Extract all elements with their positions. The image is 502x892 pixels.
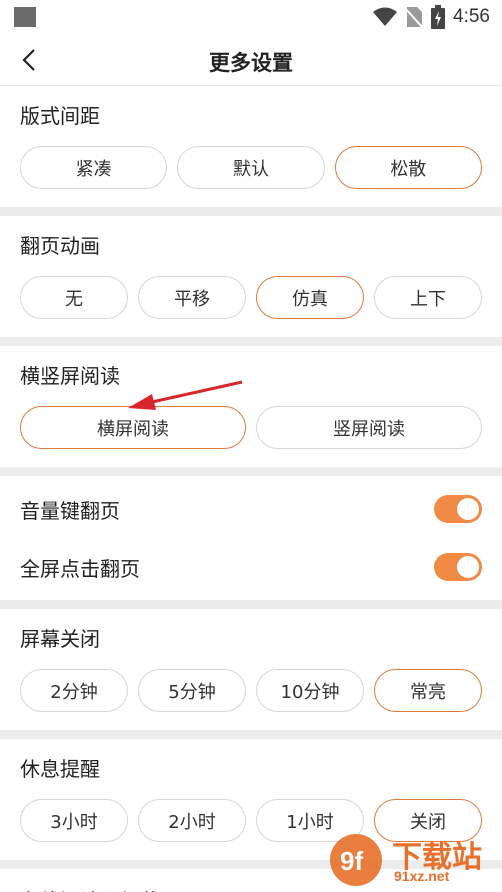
section-orientation: 横竖屏阅读 横屏阅读 竖屏阅读 [0,346,502,467]
section-title: 休息提醒 [20,757,100,781]
orientation-option-portrait[interactable]: 竖屏阅读 [256,406,482,449]
toggle-row-volume-key: 音量键翻页 [20,480,482,538]
screen-off-option-always[interactable]: 常亮 [374,669,482,712]
status-time: 4:56 [453,6,490,27]
app-bar: 更多设置 [0,34,502,86]
no-sim-icon [405,7,424,28]
screen-off-option-10min[interactable]: 10分钟 [256,669,364,712]
anim-option-slide[interactable]: 平移 [138,276,246,319]
anim-option-simulate[interactable]: 仿真 [256,276,364,319]
toggle-label: 全屏点击翻页 [20,556,140,581]
section-title: 版式间距 [20,104,100,128]
toggle-label: 音量键翻页 [20,498,120,523]
logo-text: 9f [340,846,363,876]
watermark-url: 91xz.net [394,868,450,884]
section-title: 翻页动画 [20,234,100,258]
section-screen-off: 屏幕关闭 2分钟 5分钟 10分钟 常亮 [0,609,502,730]
layout-option-loose[interactable]: 松散 [334,146,482,189]
section-toggles: 音量键翻页 全屏点击翻页 [0,476,502,600]
battery-icon [431,5,446,29]
anim-option-vertical[interactable]: 上下 [374,276,482,319]
layout-option-compact[interactable]: 紧凑 [20,146,168,189]
anim-option-none[interactable]: 无 [20,276,128,319]
watermark: 9f 下载站 91xz.net [328,832,498,888]
wifi-icon [373,7,398,26]
orientation-option-landscape[interactable]: 横屏阅读 [20,406,246,449]
rest-option-2h[interactable]: 2小时 [138,799,246,842]
layout-option-default[interactable]: 默认 [177,146,325,189]
section-page-animation: 翻页动画 无 平移 仿真 上下 [0,216,502,337]
screen-off-option-5min[interactable]: 5分钟 [138,669,246,712]
site-logo-icon: 9f [330,834,382,886]
section-layout: 版式间距 紧凑 默认 松散 [0,86,502,207]
page-title: 更多设置 [209,51,293,75]
status-bar: 4:56 [0,0,502,34]
screen-off-option-2min[interactable]: 2分钟 [20,669,128,712]
notification-icon [14,7,36,27]
volume-key-toggle[interactable] [434,495,482,523]
fullscreen-tap-toggle[interactable] [434,553,482,581]
section-title: 屏幕关闭 [20,627,100,651]
rest-option-3h[interactable]: 3小时 [20,799,128,842]
section-title: 横竖屏阅读 [20,364,120,388]
toggle-row-fullscreen-tap: 全屏点击翻页 [20,538,482,596]
